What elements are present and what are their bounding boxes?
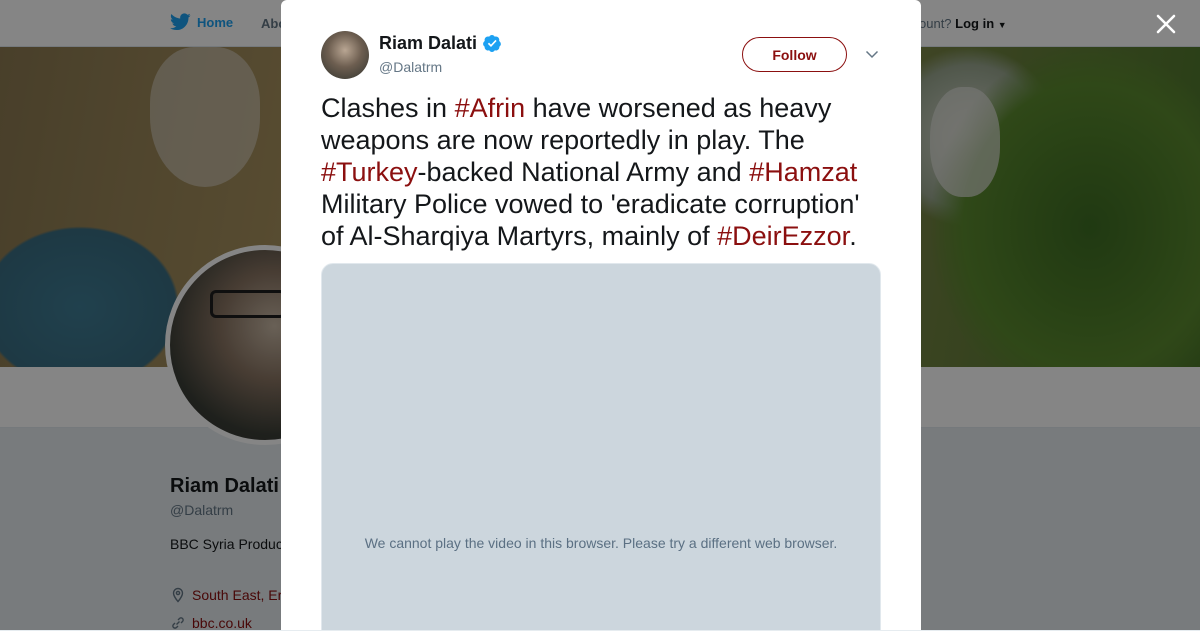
chevron-down-icon[interactable] — [864, 46, 880, 62]
hashtag-link[interactable]: #Turkey — [321, 157, 418, 187]
tweet-author-name-row[interactable]: Riam Dalati — [379, 33, 502, 54]
tweet-text: Clashes in #Afrin have worsened as heavy… — [321, 92, 886, 252]
tweet-modal: Riam Dalati @Dalatrm Follow Clashes in #… — [281, 0, 921, 630]
verified-badge-icon — [483, 34, 501, 53]
tweet-author-handle[interactable]: @Dalatrm — [379, 59, 442, 75]
hashtag-link[interactable]: #Afrin — [455, 93, 526, 123]
tweet-text-segment: -backed National Army and — [417, 157, 750, 187]
follow-button[interactable]: Follow — [742, 37, 847, 72]
tweet-text-segment: Clashes in — [321, 93, 455, 123]
tweet-video-player[interactable]: We cannot play the video in this browser… — [321, 263, 881, 630]
video-unsupported-message: We cannot play the video in this browser… — [364, 535, 838, 551]
hashtag-link[interactable]: #DeirEzzor — [717, 221, 849, 251]
close-icon[interactable] — [1152, 10, 1180, 38]
tweet-text-segment: . — [849, 221, 857, 251]
tweet-author-avatar[interactable] — [321, 31, 369, 79]
tweet-author-name: Riam Dalati — [379, 33, 478, 53]
hashtag-link[interactable]: #Hamzat — [749, 157, 857, 187]
